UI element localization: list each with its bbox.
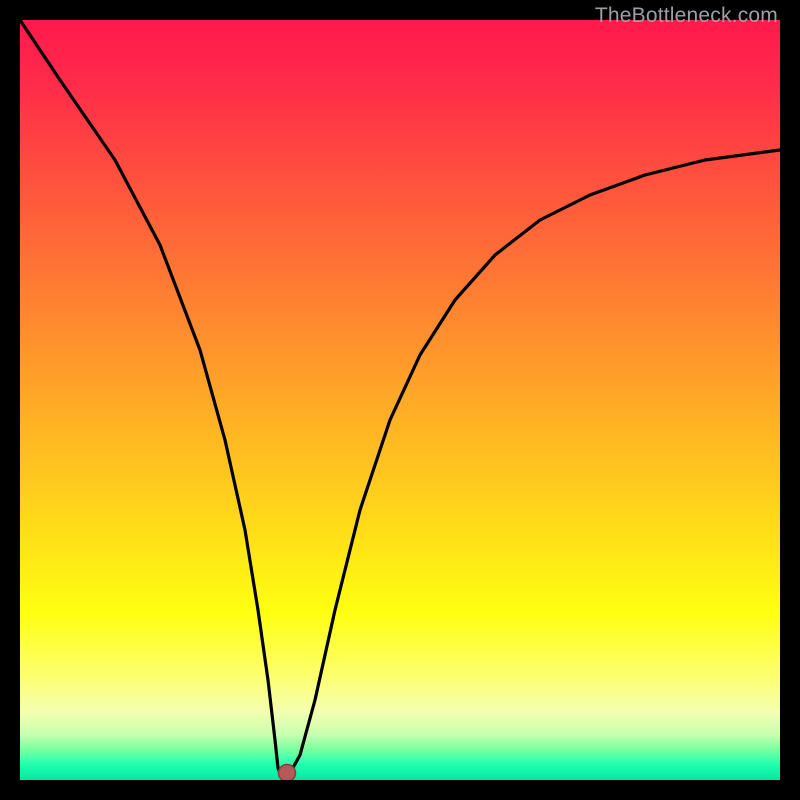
curve-overlay bbox=[20, 20, 780, 780]
min-point-marker bbox=[279, 765, 296, 781]
plot-area bbox=[20, 20, 780, 780]
bottleneck-curve bbox=[20, 20, 780, 773]
watermark: TheBottleneck.com bbox=[595, 4, 778, 28]
chart-container: TheBottleneck.com bbox=[0, 0, 800, 800]
